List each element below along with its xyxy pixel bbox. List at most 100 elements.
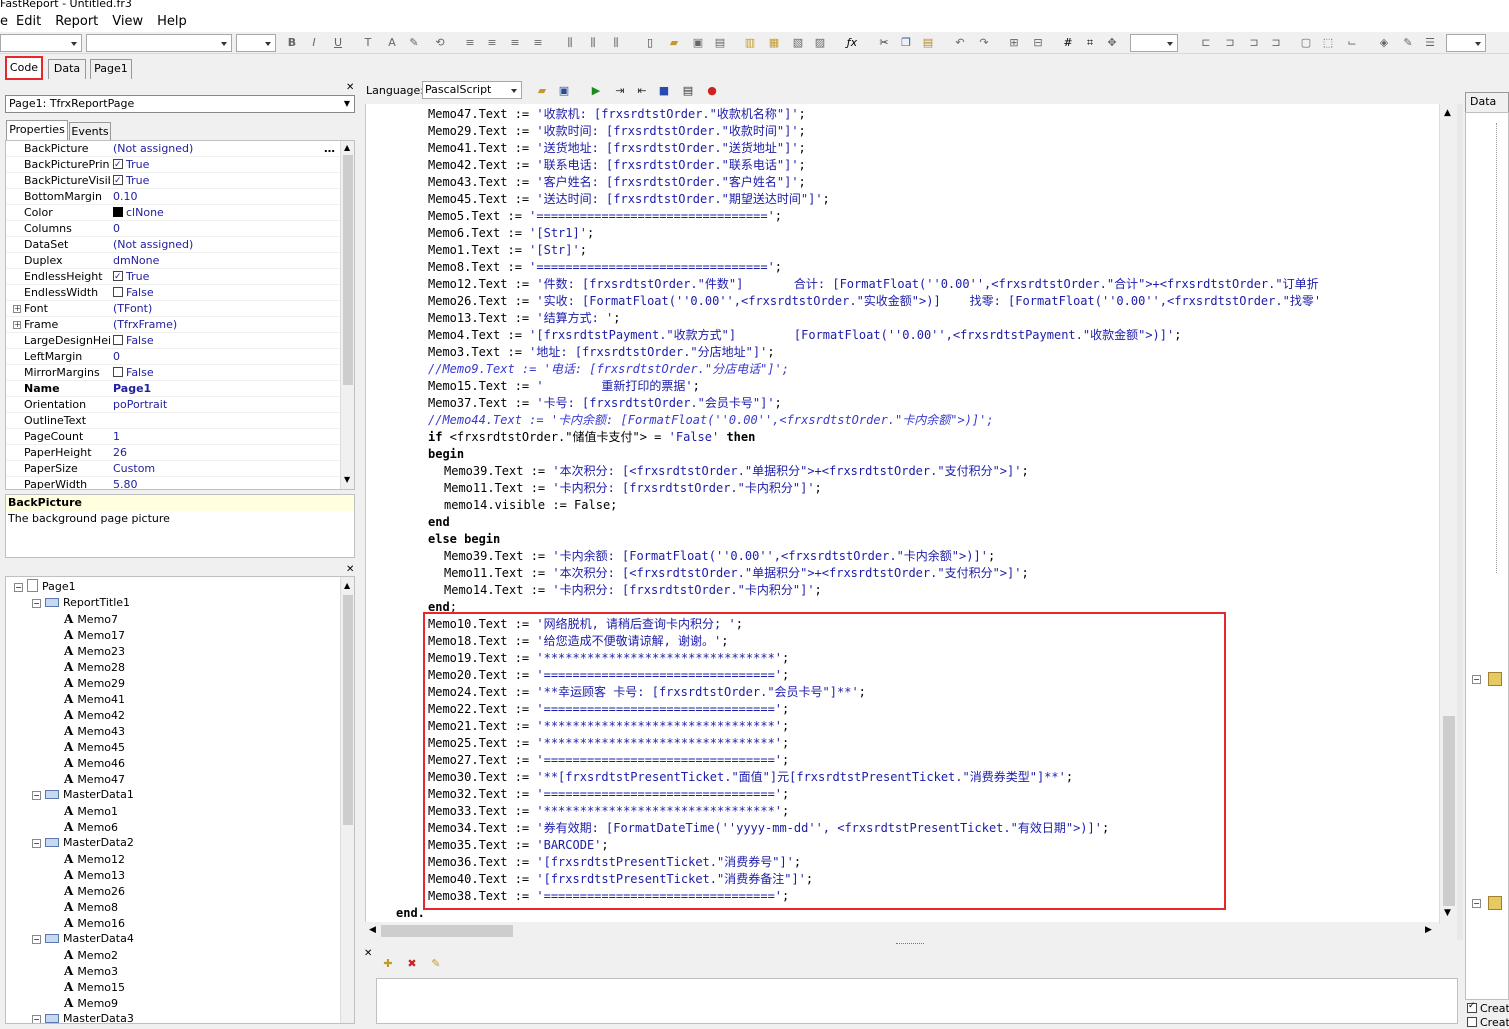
property-checkbox[interactable] bbox=[113, 173, 123, 189]
page-settings-icon[interactable]: ▨ bbox=[812, 35, 828, 51]
tree-node-memo[interactable]: A Memo43 bbox=[64, 723, 125, 739]
evaluate-icon[interactable]: ▤ bbox=[680, 83, 696, 99]
property-value[interactable]: (TfrxFrame) bbox=[113, 317, 177, 333]
property-row[interactable]: Name Page1 bbox=[6, 381, 340, 397]
tree-node-memo[interactable]: A Memo42 bbox=[64, 707, 125, 723]
tree-expander-icon[interactable]: − bbox=[32, 1015, 41, 1023]
show-grid-icon[interactable]: # bbox=[1060, 35, 1076, 51]
frame-width-combo[interactable] bbox=[1446, 34, 1486, 52]
property-row[interactable]: LeftMargin 0 bbox=[6, 349, 340, 365]
valign-middle-icon[interactable]: ⫼ bbox=[585, 35, 601, 51]
tree-node-memo[interactable]: A Memo45 bbox=[64, 739, 125, 755]
tree-node-memo[interactable]: A Memo46 bbox=[64, 755, 125, 771]
scroll-thumb[interactable] bbox=[343, 155, 353, 385]
data-tree-expander-2[interactable]: − bbox=[1472, 899, 1481, 908]
step-over-icon[interactable]: ⇥ bbox=[612, 83, 628, 99]
tree-scroll-up-icon[interactable]: ▲ bbox=[344, 581, 350, 590]
tree-expander-icon[interactable]: − bbox=[32, 791, 41, 800]
property-value[interactable]: True bbox=[113, 157, 149, 173]
property-row[interactable]: BottomMargin 0.10 bbox=[6, 189, 340, 205]
font-name-combo[interactable] bbox=[86, 34, 232, 52]
code-vscroll[interactable]: ▲ ▼ bbox=[1439, 104, 1457, 924]
fit-grid-icon[interactable]: ✥ bbox=[1104, 35, 1120, 51]
save-script-icon[interactable]: ▣ bbox=[556, 83, 572, 99]
property-value[interactable]: (TFont) bbox=[113, 301, 152, 317]
object-selector[interactable]: Page1: TfrxReportPage ▼ bbox=[5, 95, 355, 113]
cut-icon[interactable]: ✂ bbox=[876, 35, 892, 51]
step-into-icon[interactable]: ⇤ bbox=[634, 83, 650, 99]
ellipsis-button[interactable]: … bbox=[324, 141, 335, 157]
property-value[interactable]: 0 bbox=[113, 221, 120, 237]
code-scroll-up-icon[interactable]: ▲ bbox=[1444, 108, 1451, 118]
tree-scrollbar[interactable]: ▲ bbox=[340, 577, 354, 1023]
property-row[interactable]: EndlessWidth False bbox=[6, 285, 340, 301]
close-icon[interactable]: ✕ bbox=[346, 82, 354, 93]
tree-node-memo[interactable]: A Memo1 bbox=[64, 803, 118, 819]
expand-icon[interactable]: + bbox=[13, 305, 21, 313]
align-center-icon[interactable]: ≡ bbox=[484, 35, 500, 51]
tree-node-memo[interactable]: A Memo23 bbox=[64, 643, 125, 659]
property-row[interactable]: EndlessHeight True bbox=[6, 269, 340, 285]
property-value[interactable]: 1 bbox=[113, 429, 120, 445]
valign-bottom-icon[interactable]: ⫼ bbox=[608, 35, 624, 51]
menu-edit[interactable]: Edit bbox=[16, 14, 41, 29]
code-scroll-down-icon[interactable]: ▼ bbox=[1444, 908, 1451, 918]
property-row[interactable]: Orientation poPortrait bbox=[6, 397, 340, 413]
rotate-icon[interactable]: ⟲ bbox=[432, 35, 448, 51]
property-row[interactable]: Columns 0 bbox=[6, 221, 340, 237]
property-value[interactable]: (Not assigned) bbox=[113, 237, 193, 253]
tab-events[interactable]: Events bbox=[69, 122, 111, 142]
property-value[interactable]: Custom bbox=[113, 461, 155, 477]
tab-data[interactable]: Data bbox=[48, 59, 86, 79]
tree-node-band[interactable]: − MasterData2 bbox=[32, 835, 134, 851]
property-row[interactable]: LargeDesignHeigh False bbox=[6, 333, 340, 349]
add-watch-icon[interactable]: ✚ bbox=[380, 956, 396, 972]
property-checkbox[interactable] bbox=[113, 367, 123, 377]
undo-icon[interactable]: ↶ bbox=[952, 35, 968, 51]
property-value[interactable]: True bbox=[113, 173, 149, 189]
open-icon[interactable]: ▰ bbox=[666, 35, 682, 51]
property-row[interactable]: BackPicture (Not assigned)… bbox=[6, 141, 340, 157]
paste-icon[interactable]: ▤ bbox=[920, 35, 936, 51]
property-value[interactable]: 0.10 bbox=[113, 189, 138, 205]
tree-node-memo[interactable]: A Memo47 bbox=[64, 771, 125, 787]
property-value[interactable]: 5.80 bbox=[113, 477, 138, 489]
property-checkbox[interactable] bbox=[113, 157, 123, 173]
tree-node-memo[interactable]: A Memo9 bbox=[64, 995, 118, 1011]
tree-node-memo[interactable]: A Memo15 bbox=[64, 979, 125, 995]
menu-help[interactable]: Help bbox=[157, 14, 187, 29]
code-vscroll-thumb[interactable] bbox=[1443, 716, 1455, 906]
tree-node-memo[interactable]: A Memo12 bbox=[64, 851, 125, 867]
frame-none-icon[interactable]: ⬚ bbox=[1320, 35, 1336, 51]
language-select[interactable]: PascalScript bbox=[422, 81, 522, 99]
bottom-splitter[interactable] bbox=[360, 940, 1460, 948]
property-row[interactable]: PaperWidth 5.80 bbox=[6, 477, 340, 489]
code-hscroll[interactable]: ◀ ▶ bbox=[365, 922, 1439, 940]
property-value[interactable]: poPortrait bbox=[113, 397, 167, 413]
valign-top-icon[interactable]: ⫼ bbox=[562, 35, 578, 51]
watch-list[interactable] bbox=[376, 978, 1458, 1024]
menu-view[interactable]: View bbox=[112, 14, 143, 29]
property-value[interactable]: False bbox=[113, 365, 154, 381]
tree-expander-icon[interactable]: − bbox=[32, 839, 41, 848]
property-checkbox[interactable] bbox=[113, 335, 123, 345]
font-settings-icon[interactable]: T bbox=[360, 35, 376, 51]
underline-icon[interactable]: U bbox=[330, 35, 346, 51]
property-row[interactable]: PaperSize Custom bbox=[6, 461, 340, 477]
align-to-grid-icon[interactable]: ⌗ bbox=[1082, 35, 1098, 51]
tree-node-memo[interactable]: A Memo3 bbox=[64, 963, 118, 979]
tree-node-memo[interactable]: A Memo29 bbox=[64, 675, 125, 691]
tree-node-memo[interactable]: A Memo6 bbox=[64, 819, 118, 835]
align-centers-icon[interactable]: ⊐ bbox=[1222, 35, 1238, 51]
property-row[interactable]: + Font (TFont) bbox=[6, 301, 340, 317]
tree-node-memo[interactable]: A Memo17 bbox=[64, 627, 125, 643]
tab-page1[interactable]: Page1 bbox=[90, 59, 132, 79]
property-row[interactable]: PageCount 1 bbox=[6, 429, 340, 445]
property-row[interactable]: OutlineText bbox=[6, 413, 340, 429]
new-report-icon[interactable]: ▯ bbox=[642, 35, 658, 51]
menu-file[interactable]: e bbox=[0, 14, 8, 29]
ungroup-icon[interactable]: ⊟ bbox=[1030, 35, 1046, 51]
frame-style-icon[interactable]: ☰ bbox=[1422, 35, 1438, 51]
bold-icon[interactable]: B bbox=[284, 35, 300, 51]
new-page-icon[interactable]: ▥ bbox=[742, 35, 758, 51]
